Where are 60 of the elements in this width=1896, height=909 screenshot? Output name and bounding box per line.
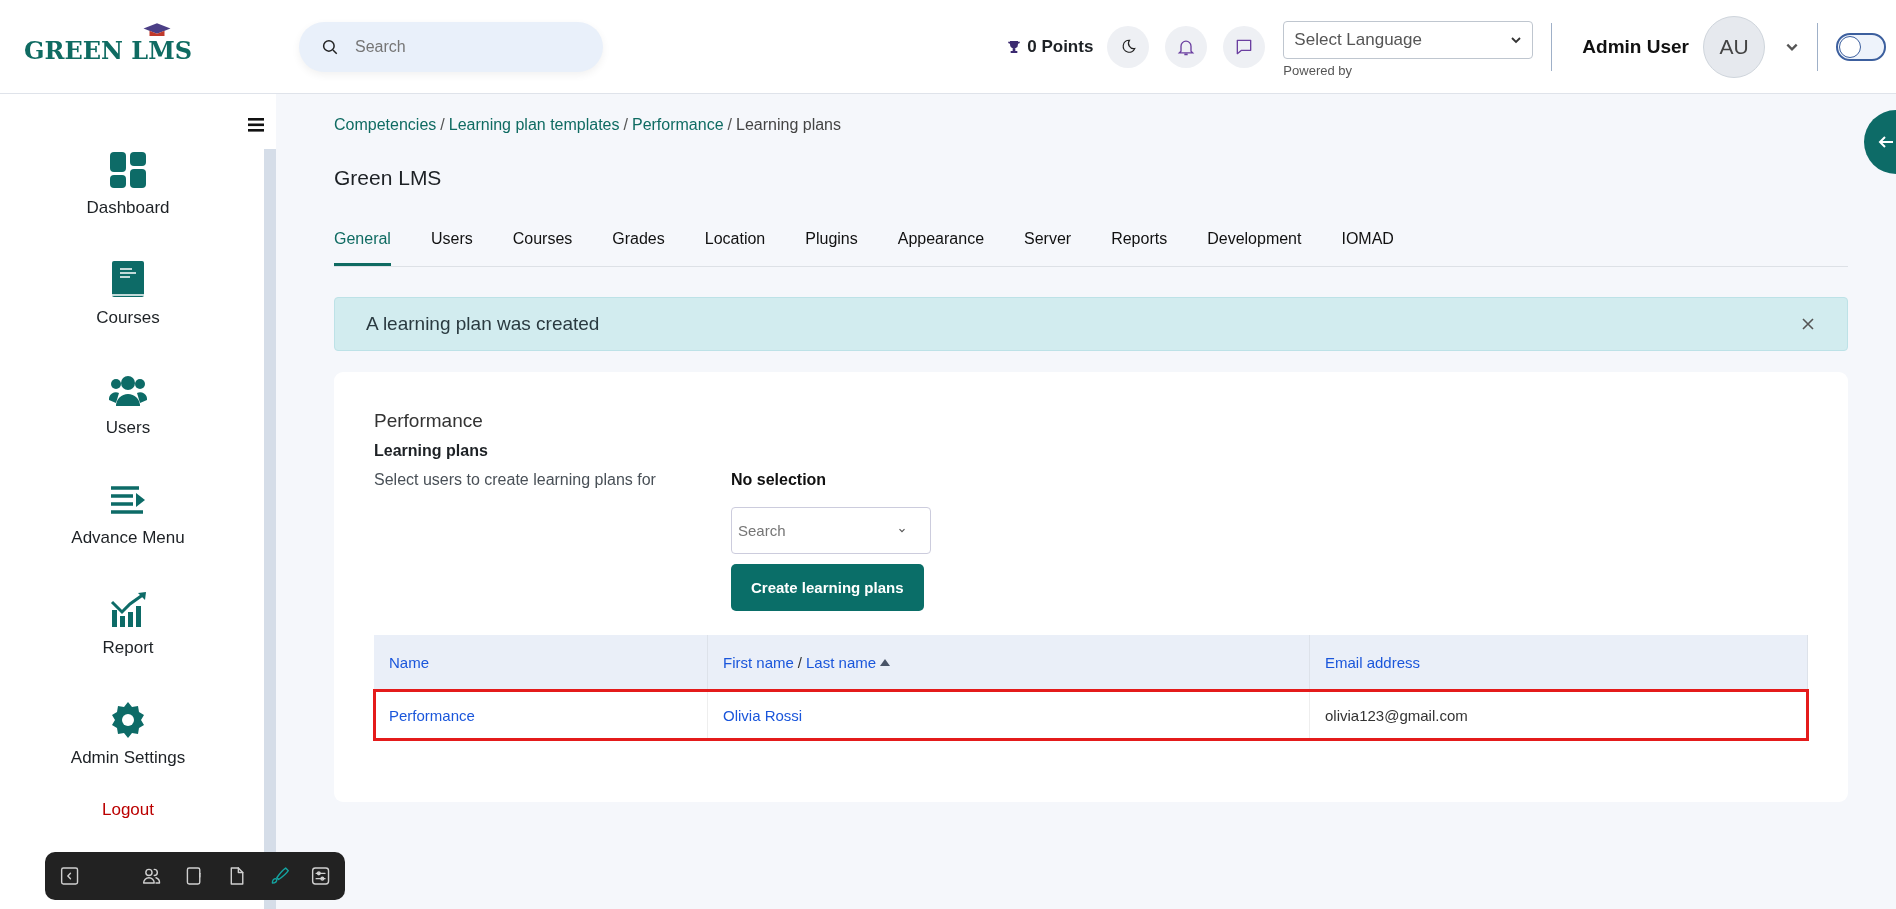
user-search-field[interactable]: Search xyxy=(731,507,931,554)
sort-link[interactable]: Last name xyxy=(806,654,877,671)
sort-link[interactable]: Name xyxy=(389,654,429,671)
nav-label[interactable]: Report xyxy=(102,638,154,658)
toggle-switch[interactable] xyxy=(1836,32,1886,61)
breadcrumb-separator: / xyxy=(623,116,628,134)
logout-link[interactable]: Logout xyxy=(102,800,154,820)
chevron-down-icon xyxy=(1510,34,1523,46)
breadcrumb-current: Learning plans xyxy=(736,116,841,134)
nav-label[interactable]: Advance Menu xyxy=(71,528,185,548)
breadcrumb-separator: / xyxy=(727,116,732,134)
tab[interactable]: Location xyxy=(704,222,766,266)
alert-message: A learning plan was created xyxy=(366,313,600,335)
powered-by-text: Powered by xyxy=(1283,63,1353,78)
slash-text: / xyxy=(797,654,803,671)
sort-link[interactable]: Email address xyxy=(1325,654,1421,671)
table-link[interactable]: Olivia Rossi xyxy=(723,706,803,724)
tab[interactable]: Server xyxy=(1024,222,1072,266)
tab[interactable]: Plugins xyxy=(805,222,858,266)
table-link[interactable]: Performance xyxy=(389,706,475,724)
user-name[interactable]: Admin User xyxy=(1582,35,1689,58)
search-field[interactable]: Search xyxy=(299,21,603,72)
page-title: Green LMS xyxy=(334,166,443,190)
nav-label[interactable]: Users xyxy=(105,418,151,438)
trophy-icon xyxy=(1006,38,1023,55)
tab[interactable]: Users xyxy=(430,222,473,266)
search-icon xyxy=(321,37,339,56)
chart-icon[interactable] xyxy=(108,590,148,630)
tab[interactable]: Appearance xyxy=(897,222,985,266)
selection-text: No selection xyxy=(731,471,827,489)
graduation-cap-icon xyxy=(142,22,172,38)
nav-label[interactable]: Admin Settings xyxy=(70,748,186,768)
section-title: Performance xyxy=(374,410,484,432)
tab[interactable]: Courses xyxy=(512,222,573,266)
tab[interactable]: Reports xyxy=(1111,222,1168,266)
breadcrumb-link[interactable]: Competencies xyxy=(334,116,437,134)
tab[interactable]: IOMAD xyxy=(1341,222,1394,266)
breadcrumb-separator: / xyxy=(440,116,445,134)
dashboard-icon[interactable] xyxy=(108,150,148,190)
logo[interactable]: GREEN LMS xyxy=(24,36,193,65)
close-icon[interactable] xyxy=(1801,317,1815,331)
scrollbar[interactable] xyxy=(264,149,276,909)
language-select[interactable]: Select Language xyxy=(1283,21,1534,59)
create-button[interactable]: Create learning plans xyxy=(731,564,924,611)
section-subtitle: Learning plans xyxy=(374,442,489,460)
tab[interactable]: Development xyxy=(1207,222,1302,266)
avatar[interactable]: AU xyxy=(1703,15,1765,78)
tab[interactable]: Grades xyxy=(612,222,665,266)
sliders-icon[interactable] xyxy=(309,865,332,887)
form-label: Select users to create learning plans for xyxy=(374,471,657,490)
breadcrumb-link[interactable]: Learning plan templates xyxy=(448,116,620,134)
tab[interactable]: General xyxy=(334,222,391,266)
menu-icon[interactable] xyxy=(248,118,264,132)
table-cell: olivia123@gmail.com xyxy=(1325,706,1468,724)
breadcrumb-link[interactable]: Performance xyxy=(631,116,724,134)
nav-label[interactable]: Courses xyxy=(96,308,160,328)
back-icon[interactable] xyxy=(59,865,81,887)
points-link[interactable]: 0 Points xyxy=(1006,36,1094,57)
nav-label[interactable]: Dashboard xyxy=(86,198,170,218)
sort-link[interactable]: First name xyxy=(723,654,794,671)
